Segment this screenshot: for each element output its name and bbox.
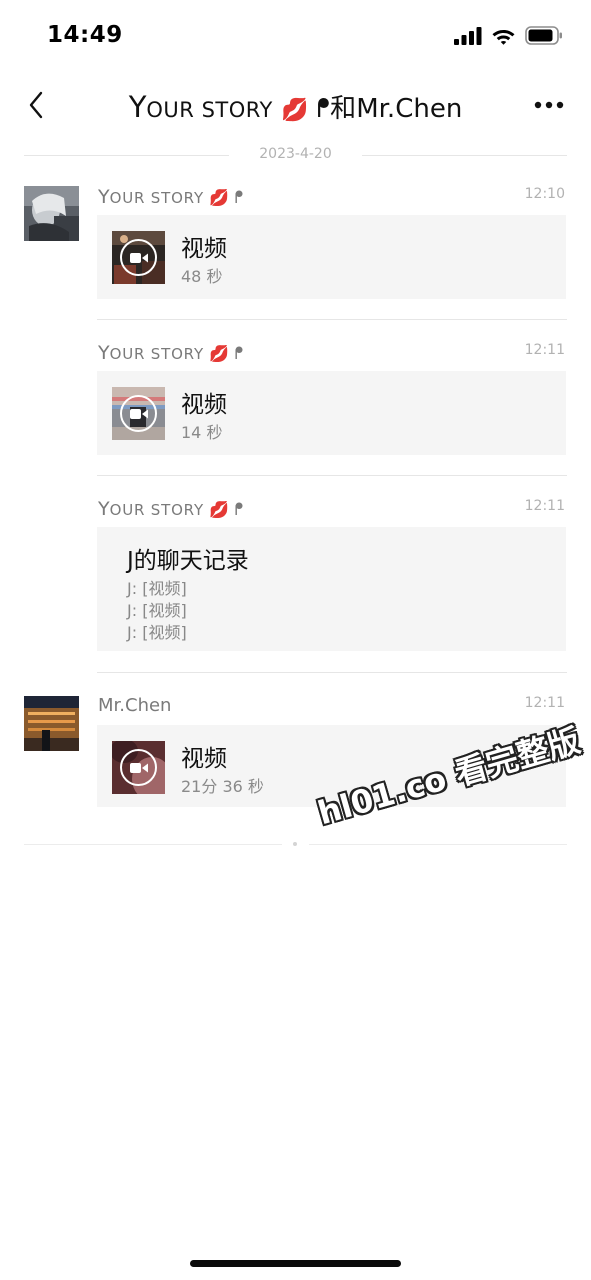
message-time: 12:11	[524, 498, 565, 514]
chevron-left-icon	[29, 91, 43, 119]
back-button[interactable]	[18, 86, 54, 124]
video-thumbnail	[112, 231, 165, 284]
divider-line	[362, 155, 567, 156]
divider-dot	[293, 842, 297, 846]
video-duration: 21分 36 秒	[181, 777, 264, 796]
chat-title: YOUR STORY 💋 ᖰ和Mr.Chen	[128, 90, 463, 124]
message-separator	[97, 319, 567, 320]
divider-line	[24, 844, 282, 845]
more-dots-icon	[534, 101, 564, 109]
kiss-emoji: 💋	[281, 98, 309, 123]
play-video-icon	[120, 239, 157, 276]
video-title: 视频	[181, 236, 227, 262]
video-thumbnail	[112, 741, 165, 794]
kiss-emoji: 💋	[209, 500, 230, 519]
avatar[interactable]	[24, 186, 79, 241]
avatar[interactable]	[24, 696, 79, 751]
chat-record-line: J: [视频]	[127, 601, 187, 620]
status-time: 14:49	[47, 22, 123, 48]
video-title: 视频	[181, 746, 227, 772]
chat-record-line: J: [视频]	[127, 623, 187, 642]
play-video-icon	[120, 395, 157, 432]
end-divider	[24, 840, 567, 850]
status-icons	[454, 26, 563, 45]
hand-glyph: ᖰ	[234, 188, 244, 208]
chat-record-line: J: [视频]	[127, 579, 187, 598]
message-time: 12:10	[524, 186, 565, 202]
chat-record-title: J的聊天记录	[127, 548, 249, 574]
kiss-emoji: 💋	[209, 344, 230, 363]
nav-bar: YOUR STORY 💋 ᖰ和Mr.Chen	[0, 74, 591, 136]
divider-line	[309, 844, 567, 845]
status-bar: 14:49	[0, 0, 591, 74]
kiss-emoji: 💋	[209, 188, 230, 207]
sender-name: Mr.Chen	[98, 695, 172, 716]
hand-glyph: ᖰ	[234, 344, 244, 364]
message-time: 12:11	[524, 695, 565, 711]
message-time: 12:11	[524, 342, 565, 358]
chat-record-card[interactable]: J的聊天记录 J: [视频] J: [视频] J: [视频]	[97, 527, 566, 651]
video-card[interactable]: 视频 48 秒	[97, 215, 566, 299]
signal-icon	[454, 26, 482, 45]
video-title: 视频	[181, 392, 227, 418]
date-text: 2023-4-20	[259, 146, 332, 162]
video-duration: 14 秒	[181, 423, 223, 442]
hand-glyph: ᖰ	[316, 94, 331, 124]
hand-glyph: ᖰ	[234, 500, 244, 520]
sender-name: YOUR STORY 💋 ᖰ	[98, 186, 244, 208]
play-video-icon	[120, 749, 157, 786]
message-separator	[97, 475, 567, 476]
sender-name: YOUR STORY 💋 ᖰ	[98, 342, 244, 364]
video-card[interactable]: 视频 14 秒	[97, 371, 566, 455]
home-indicator[interactable]	[190, 1260, 401, 1267]
video-duration: 48 秒	[181, 267, 223, 286]
more-button[interactable]	[529, 88, 569, 122]
message-separator	[97, 672, 567, 673]
video-thumbnail	[112, 387, 165, 440]
date-divider: 2023-4-20	[24, 144, 567, 166]
battery-icon	[525, 26, 562, 45]
sender-name: YOUR STORY 💋 ᖰ	[98, 498, 244, 520]
wifi-icon	[492, 29, 515, 45]
